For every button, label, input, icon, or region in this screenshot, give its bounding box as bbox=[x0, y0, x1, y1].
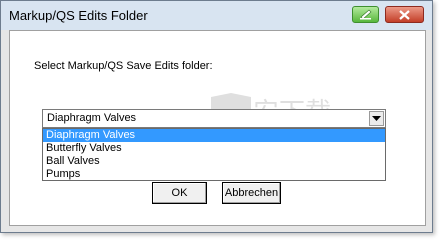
option-pumps[interactable]: Pumps bbox=[43, 168, 385, 181]
window-title: Markup/QS Edits Folder bbox=[9, 8, 148, 23]
ok-button[interactable]: OK bbox=[152, 182, 207, 204]
close-button[interactable] bbox=[385, 6, 424, 23]
close-icon bbox=[399, 9, 410, 20]
dialog-window: Markup/QS Edits Folder 安下载 anxz.com Sele… bbox=[0, 0, 433, 233]
folder-options-list[interactable]: Diaphragm Valves Butterfly Valves Ball V… bbox=[42, 128, 386, 181]
option-butterfly-valves[interactable]: Butterfly Valves bbox=[43, 142, 385, 155]
folder-select-value: Diaphragm Valves bbox=[47, 112, 137, 124]
option-diaphragm-valves[interactable]: Diaphragm Valves bbox=[43, 129, 385, 142]
cancel-button[interactable]: Abbrechen bbox=[222, 182, 281, 204]
minimize-icon bbox=[360, 9, 372, 20]
minimize-button[interactable] bbox=[352, 6, 379, 23]
folder-select[interactable]: Diaphragm Valves bbox=[42, 109, 386, 128]
title-bar[interactable]: Markup/QS Edits Folder bbox=[1, 1, 432, 30]
dropdown-arrow-button[interactable] bbox=[369, 111, 384, 126]
folder-prompt-label: Select Markup/QS Save Edits folder: bbox=[34, 60, 213, 72]
chevron-down-icon bbox=[372, 115, 381, 121]
option-ball-valves[interactable]: Ball Valves bbox=[43, 155, 385, 168]
